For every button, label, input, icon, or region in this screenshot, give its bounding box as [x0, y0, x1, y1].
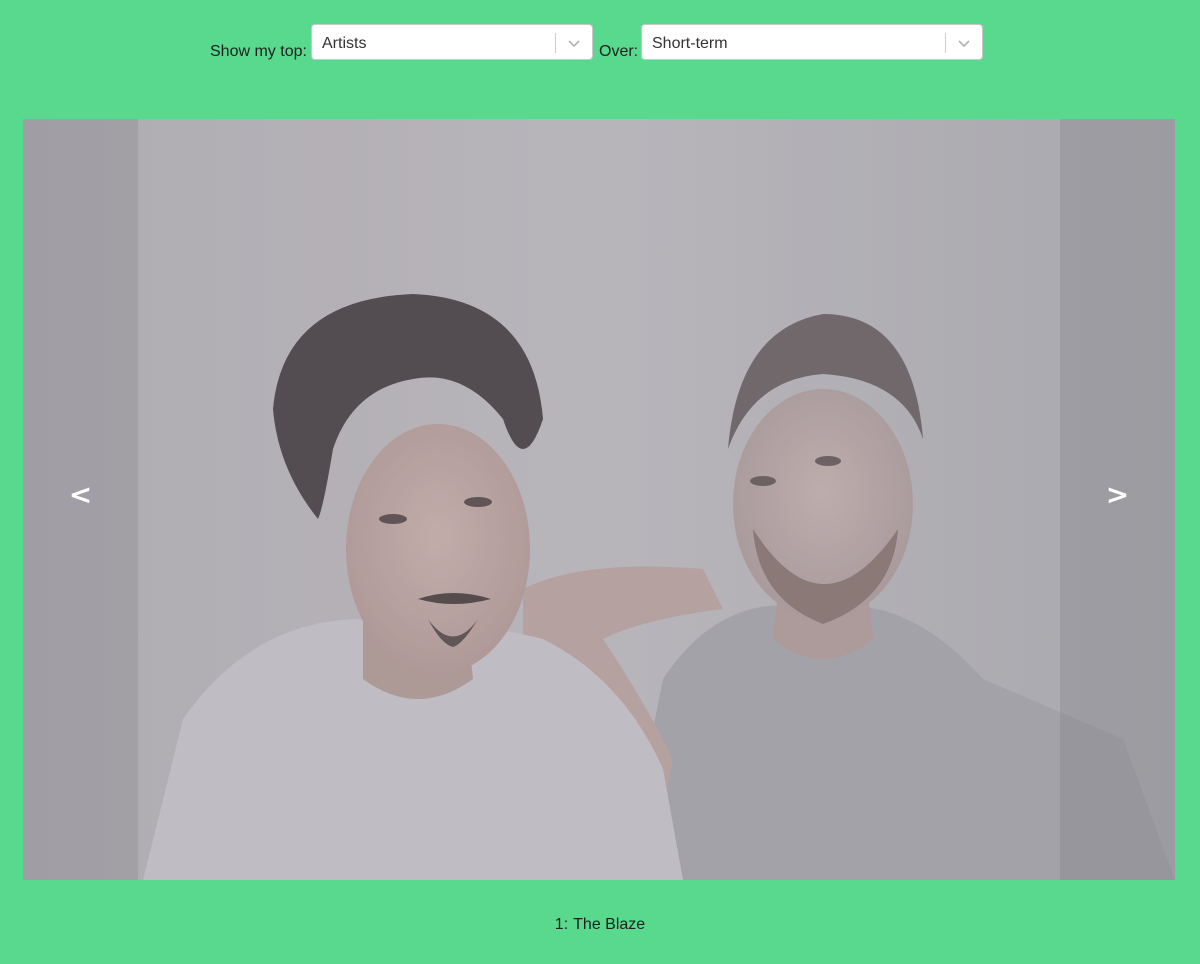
chevron-right-icon: >: [1105, 478, 1130, 511]
chevron-down-icon[interactable]: [956, 35, 972, 51]
over-label: Over:: [599, 43, 639, 60]
previous-button[interactable]: <: [23, 119, 138, 880]
type-select[interactable]: Artists: [311, 24, 593, 60]
select-separator: [945, 33, 946, 53]
artist-caption: 1: The Blaze: [0, 916, 1200, 934]
artist-carousel: < >: [23, 119, 1175, 880]
artist-rank: 1: [554, 916, 564, 933]
range-select-value: Short-term: [652, 35, 728, 52]
chevron-left-icon: <: [68, 478, 93, 511]
select-separator: [555, 33, 556, 53]
show-my-top-label: Show my top:: [210, 43, 307, 60]
range-select[interactable]: Short-term: [641, 24, 983, 60]
top-controls: Show my top: Artists Over: Short-term: [0, 24, 1200, 62]
type-select-value: Artists: [322, 35, 367, 52]
artist-name: The Blaze: [573, 916, 646, 933]
next-button[interactable]: >: [1060, 119, 1175, 880]
caption-colon: :: [563, 916, 569, 933]
artist-photo: [23, 119, 1175, 880]
chevron-down-icon[interactable]: [566, 35, 582, 51]
